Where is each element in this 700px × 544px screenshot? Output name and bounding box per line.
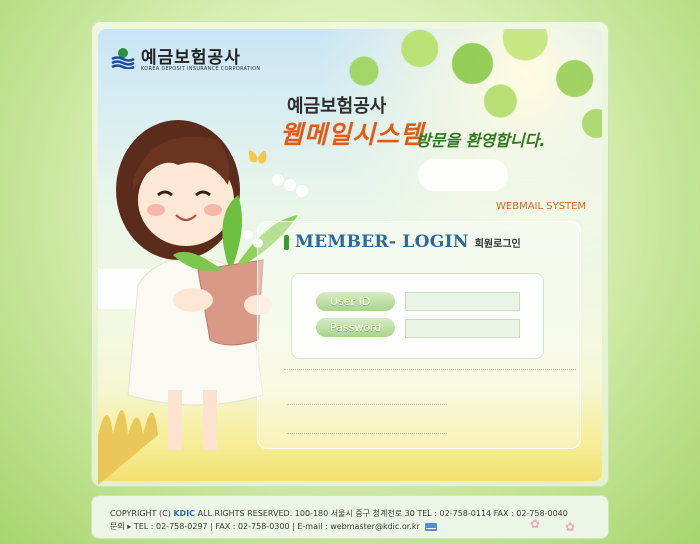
- footer-contact: 문의 ▸ TEL : 02-758-0297 | FAX : 02-758-03…: [110, 521, 438, 532]
- copyright-prefix: COPYRIGHT (C): [110, 509, 171, 518]
- contact-info: 문의 ▸ TEL : 02-758-0297 | FAX : 02-758-03…: [110, 522, 420, 531]
- flower-icon: ✿: [565, 520, 576, 534]
- user-id-input[interactable]: [405, 292, 520, 311]
- divider: [287, 404, 447, 405]
- flower-icon: ✿: [530, 517, 541, 531]
- mail-icon[interactable]: [425, 522, 438, 531]
- login-title-en: MEMBER- LOGIN: [295, 232, 469, 252]
- copyright-brand: KDIC: [173, 509, 196, 518]
- kdic-logo[interactable]: 예금보험공사 KOREA DEPOSIT INSURANCE CORPORATI…: [111, 47, 260, 72]
- brand-name: 예금보험공사: [141, 48, 241, 68]
- password-label: Password: [316, 318, 395, 337]
- brand-name-en: KOREA DEPOSIT INSURANCE CORPORATION: [141, 66, 261, 72]
- login-form: [291, 273, 544, 359]
- hero-welcome: 방문을 환영합니다.: [416, 131, 546, 150]
- divider: [284, 369, 576, 370]
- webmail-system-tag: WEBMAIL SYSTEM: [496, 201, 587, 212]
- user-id-label: User ID: [316, 292, 395, 311]
- login-title: MEMBER- LOGIN 회원로그인: [284, 232, 521, 252]
- login-title-ko: 회원로그인: [474, 238, 521, 250]
- title-bar-marker: [284, 234, 289, 250]
- cloud: [418, 159, 508, 191]
- password-input[interactable]: [405, 319, 520, 338]
- kdic-logo-icon: [111, 48, 135, 69]
- footer-copyright: COPYRIGHT (C) KDIC ALL RIGHTS RESERVED. …: [110, 508, 568, 519]
- divider: [287, 433, 447, 434]
- copyright-address: ALL RIGHTS RESERVED. 100-180 서울시 중구 청계천로…: [197, 509, 568, 518]
